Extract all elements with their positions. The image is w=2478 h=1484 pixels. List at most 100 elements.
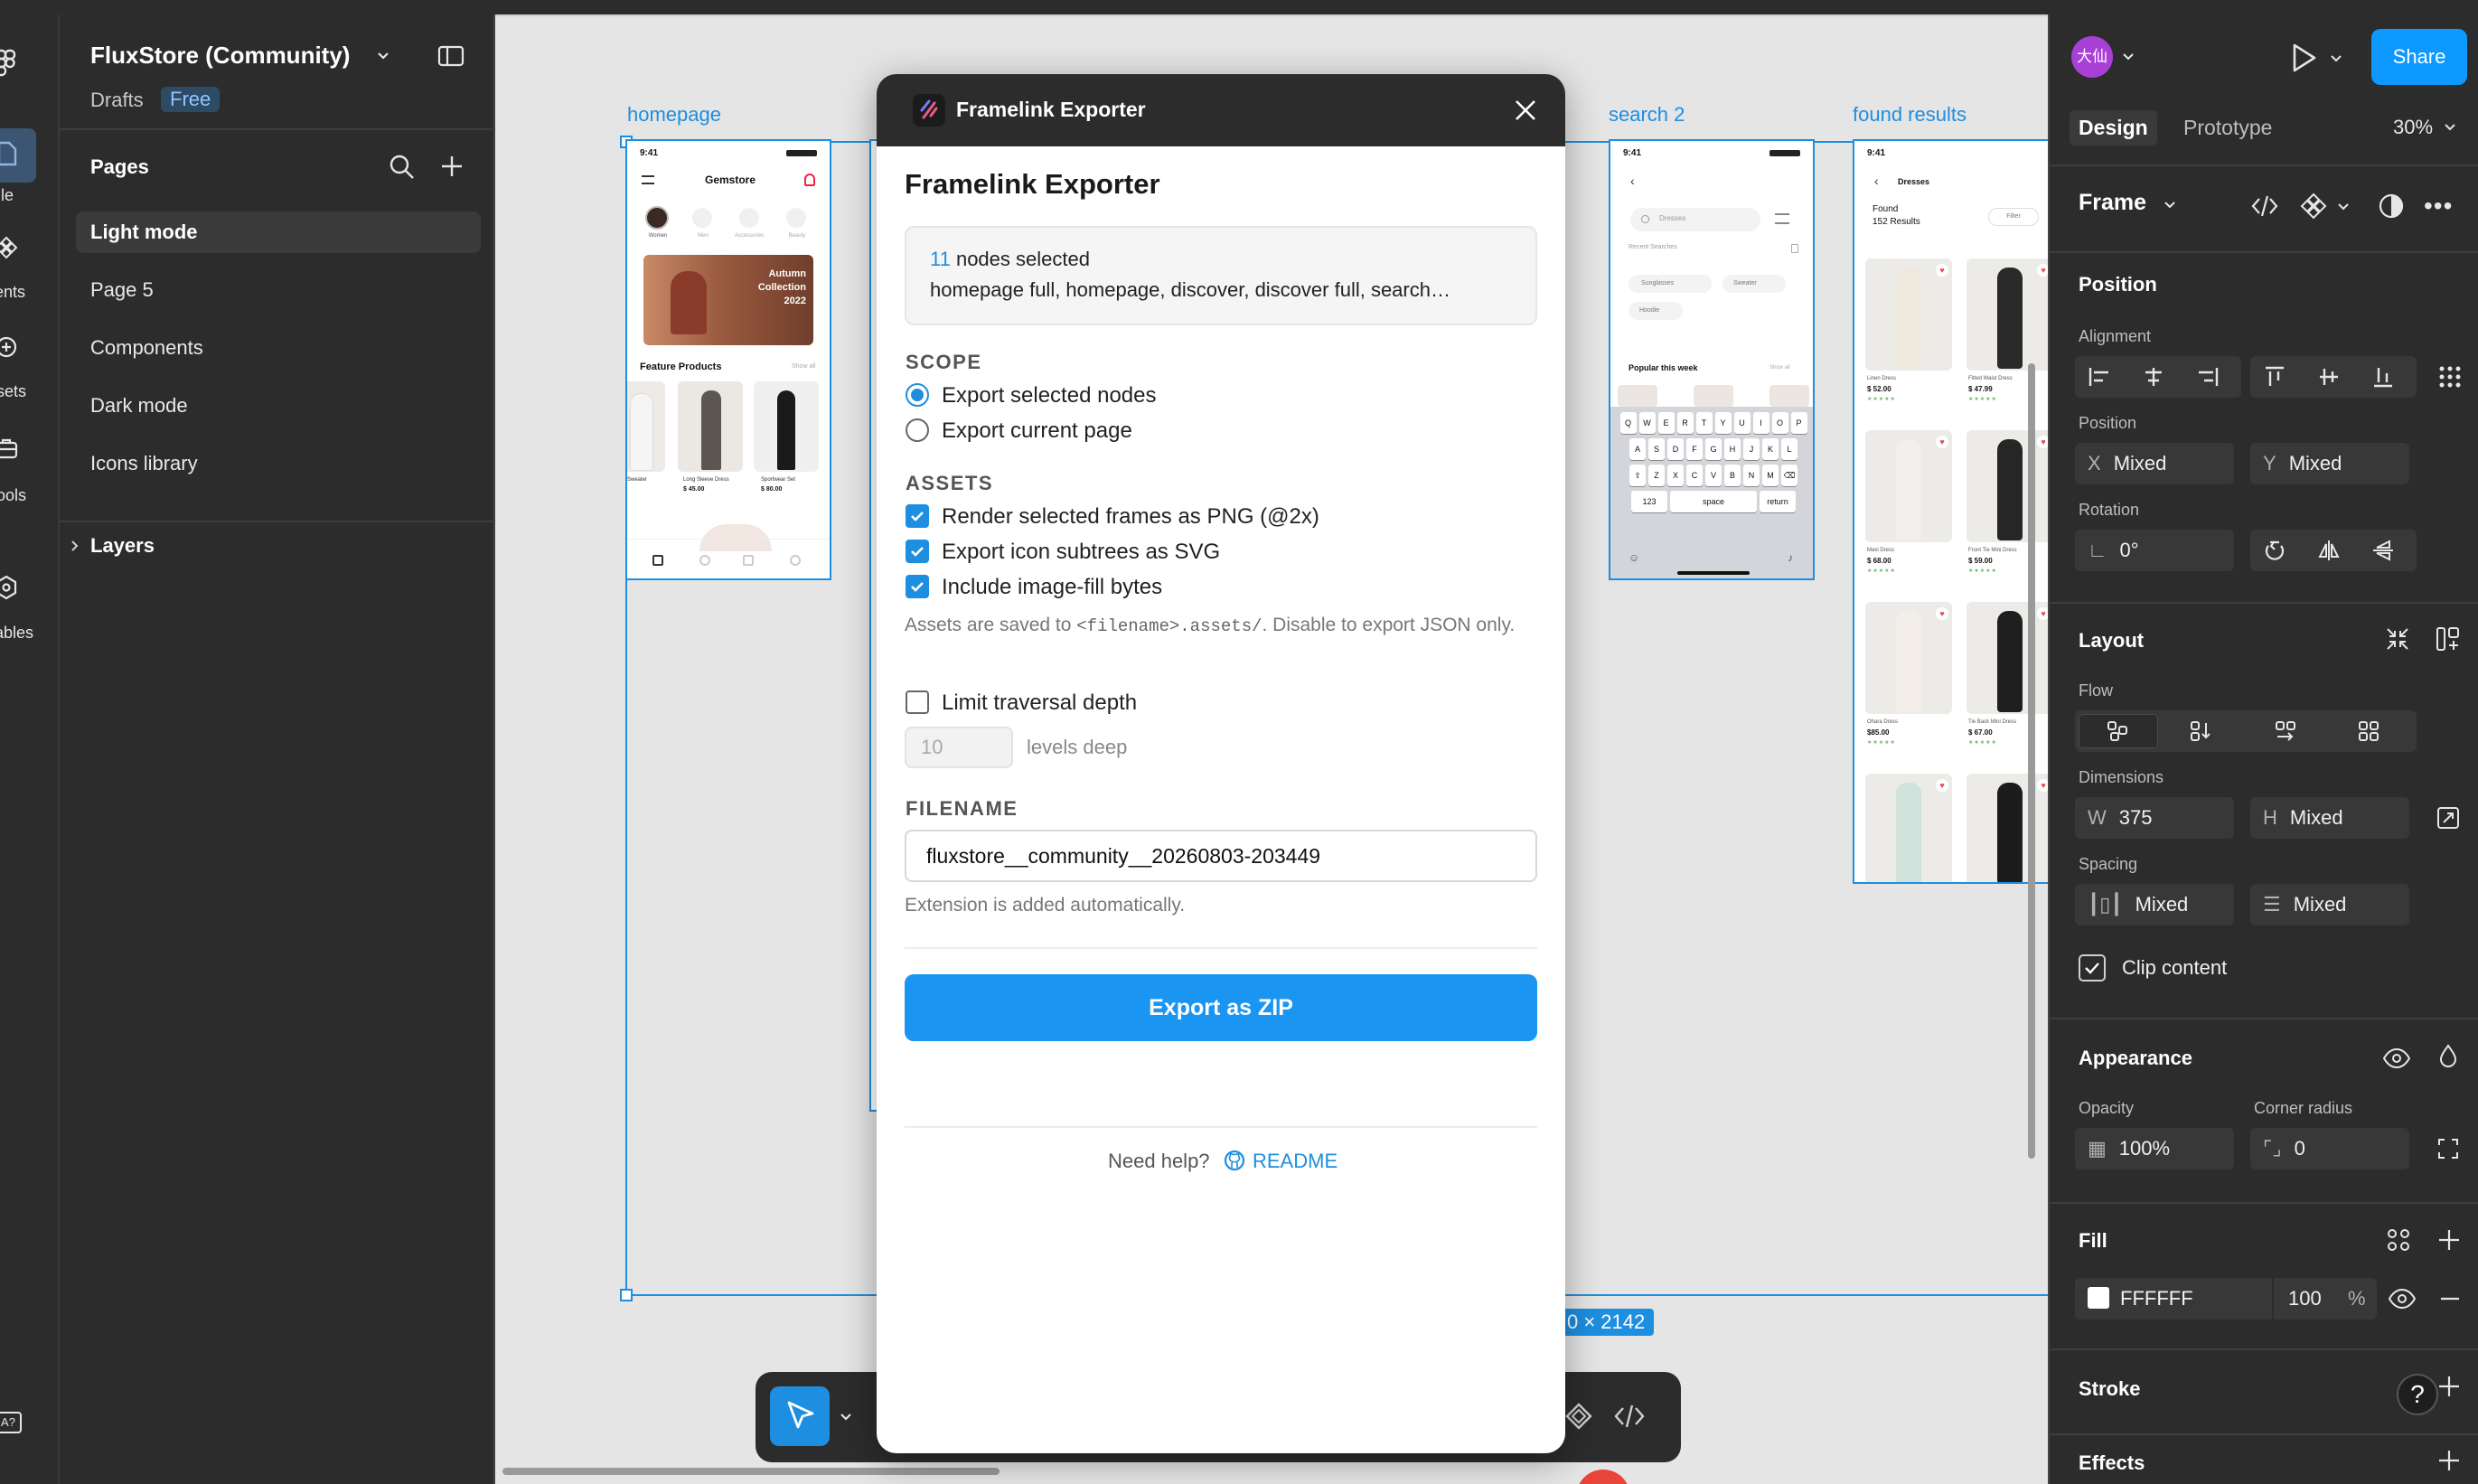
drop-icon[interactable]	[2436, 1043, 2460, 1070]
align-left-icon[interactable]	[2088, 365, 2111, 389]
freeform-icon[interactable]	[2106, 719, 2129, 743]
zoom-level[interactable]: 30%	[2393, 116, 2433, 139]
tab-prototype[interactable]: Prototype	[2183, 116, 2272, 140]
rail-item-components[interactable]: ents	[0, 236, 60, 317]
vertical-flow-icon[interactable]	[2189, 719, 2212, 743]
flip-vertical-icon[interactable]	[2371, 539, 2395, 562]
dev-mode-icon[interactable]	[1612, 1401, 1647, 1432]
horizontal-flow-icon[interactable]	[2274, 719, 2297, 743]
notification-badge[interactable]	[1576, 1470, 1630, 1484]
code-icon[interactable]	[2250, 192, 2279, 221]
eye-icon[interactable]	[2382, 1047, 2411, 1070]
chevron-down-icon[interactable]	[2164, 201, 2176, 210]
checkbox-checked[interactable]	[906, 574, 929, 598]
distribute-icon[interactable]	[2438, 365, 2462, 389]
page-item-components[interactable]: Components	[76, 327, 481, 369]
chevron-down-icon[interactable]	[2330, 54, 2342, 63]
component-icon[interactable]	[2299, 192, 2328, 221]
rail-item-file[interactable]: File	[0, 14, 60, 204]
component-tool-icon[interactable]	[1563, 1401, 1594, 1432]
opacity-field[interactable]: ▦ 100%	[2075, 1128, 2234, 1169]
add-fill-icon[interactable]	[2436, 1227, 2462, 1253]
add-effect-icon[interactable]	[2436, 1448, 2462, 1473]
chevron-right-icon[interactable]	[69, 539, 81, 553]
sidebar-toggle-icon[interactable]	[437, 45, 465, 69]
x-field[interactable]: X Mixed	[2075, 443, 2234, 484]
export-zip-button[interactable]: Export as ZIP	[905, 974, 1537, 1041]
remove-fill-icon[interactable]	[2438, 1287, 2462, 1310]
rotation-field[interactable]: ∟ 0°	[2075, 530, 2234, 571]
checkbox-checked[interactable]	[906, 539, 929, 563]
search-icon[interactable]	[389, 154, 416, 181]
styles-icon[interactable]	[2386, 1227, 2411, 1253]
frame-label-search[interactable]: search 2	[1609, 103, 1685, 127]
page-item-light-mode[interactable]: Light mode	[76, 211, 481, 253]
clip-content-label[interactable]: Clip content	[2122, 956, 2227, 980]
accessibility-icon[interactable]: A?	[0, 1412, 22, 1433]
selection-handle[interactable]	[620, 1289, 633, 1301]
close-icon[interactable]	[1513, 98, 1538, 123]
scope-option-selected[interactable]: Export selected nodes	[906, 382, 1156, 409]
align-right-icon[interactable]	[2196, 365, 2220, 389]
frame-label-found-results[interactable]: found results	[1853, 103, 1966, 127]
figma-logo-icon[interactable]	[0, 49, 18, 78]
vertical-spacing-field[interactable]: ☰ Mixed	[2250, 884, 2409, 925]
readme-link[interactable]: README	[1253, 1150, 1338, 1173]
layers-title[interactable]: Layers	[90, 534, 155, 558]
checkbox-checked[interactable]	[906, 503, 929, 528]
chevron-down-icon[interactable]	[839, 1412, 853, 1423]
eye-icon[interactable]	[2388, 1287, 2417, 1310]
frame-label-homepage[interactable]: homepage	[627, 103, 721, 127]
move-tool-button[interactable]	[770, 1386, 830, 1446]
filename-input[interactable]: fluxstore__community__20260803-203449	[905, 830, 1537, 882]
file-name[interactable]: FluxStore (Community)	[90, 42, 350, 70]
align-bottom-icon[interactable]	[2371, 365, 2395, 389]
align-middle-icon[interactable]	[2317, 365, 2341, 389]
rail-item-assets[interactable]: sets	[0, 335, 60, 417]
contrast-icon[interactable]	[2377, 192, 2406, 221]
share-button[interactable]: Share	[2371, 29, 2467, 85]
asset-option-svg[interactable]: Export icon subtrees as SVG	[906, 539, 1220, 565]
more-icon[interactable]: •••	[2424, 192, 2453, 221]
grid-flow-icon[interactable]	[2357, 719, 2380, 743]
radio-unselected[interactable]	[906, 418, 929, 442]
chevron-down-icon[interactable]	[2337, 202, 2350, 211]
page-item-icons-library[interactable]: Icons library	[76, 443, 481, 484]
rail-item-variables[interactable]: iables	[0, 575, 60, 656]
asset-option-image-fill[interactable]: Include image-fill bytes	[906, 574, 1162, 600]
add-stroke-icon[interactable]	[2436, 1374, 2462, 1399]
page-item-dark-mode[interactable]: Dark mode	[76, 385, 481, 427]
frame-label[interactable]: Frame	[2079, 190, 2146, 216]
corner-radius-field[interactable]: ⌜⌟ 0	[2250, 1128, 2409, 1169]
scope-option-page[interactable]: Export current page	[906, 418, 1132, 444]
avatar[interactable]: 大仙	[2071, 36, 2113, 78]
play-icon[interactable]	[2288, 42, 2319, 74]
limit-depth-option[interactable]: Limit traversal depth	[906, 690, 1137, 716]
depth-input[interactable]: 10	[905, 727, 1013, 768]
vertical-scrollbar[interactable]	[2028, 363, 2035, 1159]
help-button[interactable]: ?	[2397, 1374, 2438, 1415]
height-field[interactable]: H Mixed	[2250, 797, 2409, 839]
page-item-page-5[interactable]: Page 5	[76, 269, 481, 311]
fill-field[interactable]: FFFFFF 100 %	[2075, 1278, 2377, 1320]
checkbox-unchecked[interactable]	[906, 690, 929, 714]
chevron-down-icon[interactable]	[2444, 123, 2456, 132]
rail-item-tools[interactable]: ools	[0, 437, 60, 519]
horizontal-scrollbar[interactable]	[502, 1468, 1000, 1475]
clip-content-checkbox[interactable]	[2079, 954, 2106, 982]
collapse-icon[interactable]	[2384, 625, 2411, 653]
plan-badge[interactable]: Free	[161, 87, 221, 112]
location-label[interactable]: Drafts	[90, 89, 144, 112]
radio-selected[interactable]	[906, 382, 929, 407]
frame-found-results[interactable]: 9:41 ‹ Dresses Found 152 Results Filter …	[1853, 139, 2048, 884]
frame-search[interactable]: 9:41 ‹ Dresses Recent Searches Sunglasse…	[1609, 139, 1815, 580]
frame-homepage[interactable]: 9:41 Gemstore Women Men Accessories Beau…	[625, 139, 831, 580]
rotate-icon[interactable]	[2263, 539, 2286, 562]
chevron-down-icon[interactable]	[2122, 52, 2135, 61]
horizontal-spacing-field[interactable]: ┃▯┃ Mixed	[2075, 884, 2234, 925]
align-top-icon[interactable]	[2263, 365, 2286, 389]
width-field[interactable]: W 375	[2075, 797, 2234, 839]
align-center-icon[interactable]	[2142, 365, 2165, 389]
tab-design[interactable]: Design	[2070, 110, 2157, 146]
independent-corners-icon[interactable]	[2436, 1137, 2460, 1160]
